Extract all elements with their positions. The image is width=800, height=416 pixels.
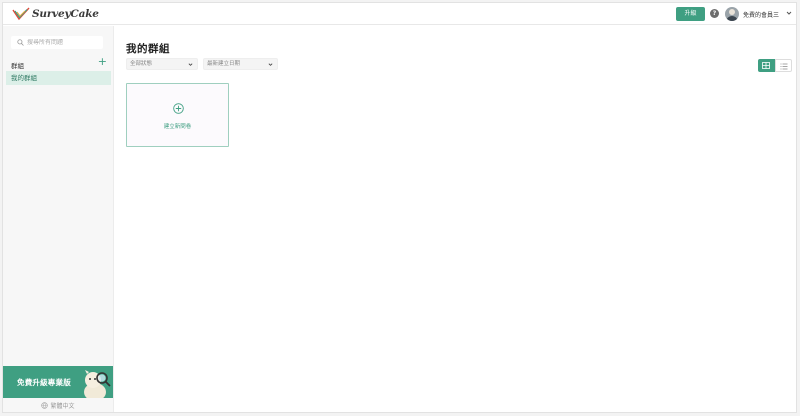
create-survey-card[interactable]: 建立新問卷 bbox=[126, 83, 229, 147]
grid-view-button[interactable] bbox=[758, 59, 775, 72]
upgrade-button[interactable]: 升級 bbox=[676, 7, 705, 21]
avatar[interactable] bbox=[725, 7, 739, 21]
add-group-button[interactable]: + bbox=[98, 56, 107, 68]
create-survey-label: 建立新問卷 bbox=[163, 124, 192, 130]
grid-icon bbox=[762, 62, 770, 69]
promo-text: 免費升級專業版 bbox=[17, 378, 71, 387]
question-circle-icon[interactable]: ? bbox=[710, 9, 719, 18]
chevron-down-icon[interactable] bbox=[786, 10, 792, 16]
status-filter-value: 全部狀態 bbox=[130, 61, 153, 67]
status-filter-select[interactable]: 全部狀態 bbox=[126, 58, 198, 70]
search-icon bbox=[17, 39, 24, 46]
chevron-down-icon bbox=[268, 63, 273, 66]
surveycake-logo-icon bbox=[12, 7, 30, 21]
language-label: 繁體中文 bbox=[50, 403, 75, 410]
top-bar: SurveyCake 升級 ? 免費的會員三 bbox=[3, 3, 796, 25]
logo-text: SurveyCake bbox=[32, 8, 99, 20]
list-view-button[interactable] bbox=[775, 59, 792, 72]
sort-order-value: 最新建立日期 bbox=[207, 61, 241, 67]
globe-icon bbox=[41, 402, 49, 409]
mascot-magnifier-icon bbox=[84, 370, 111, 398]
groups-header: 群組 + bbox=[11, 56, 107, 71]
user-name[interactable]: 免費的會員三 bbox=[743, 10, 779, 19]
sidebar-item-my-groups[interactable]: 我的群組 bbox=[6, 71, 111, 85]
upgrade-promo-banner[interactable]: 免費升級專業版 bbox=[3, 366, 113, 398]
plus-circle-icon bbox=[173, 103, 184, 114]
language-selector[interactable]: 繁體中文 bbox=[3, 400, 113, 412]
sort-order-select[interactable]: 最新建立日期 bbox=[203, 58, 278, 70]
main-content: 我的群組 全部狀態 最新建立日期 建立新問卷 bbox=[115, 26, 796, 412]
chevron-down-icon bbox=[188, 63, 193, 66]
search-box bbox=[11, 36, 103, 49]
groups-label: 群組 bbox=[11, 62, 24, 70]
sidebar: 群組 + 我的群組 免費升級專業版 繁體中文 bbox=[3, 26, 114, 412]
search-input[interactable] bbox=[27, 39, 103, 46]
app-window: SurveyCake 升級 ? 免費的會員三 群組 + 我的群組 免費升級專業版 bbox=[2, 2, 797, 413]
page-title: 我的群組 bbox=[126, 43, 170, 55]
logo[interactable]: SurveyCake bbox=[12, 6, 99, 22]
list-icon bbox=[780, 63, 788, 70]
